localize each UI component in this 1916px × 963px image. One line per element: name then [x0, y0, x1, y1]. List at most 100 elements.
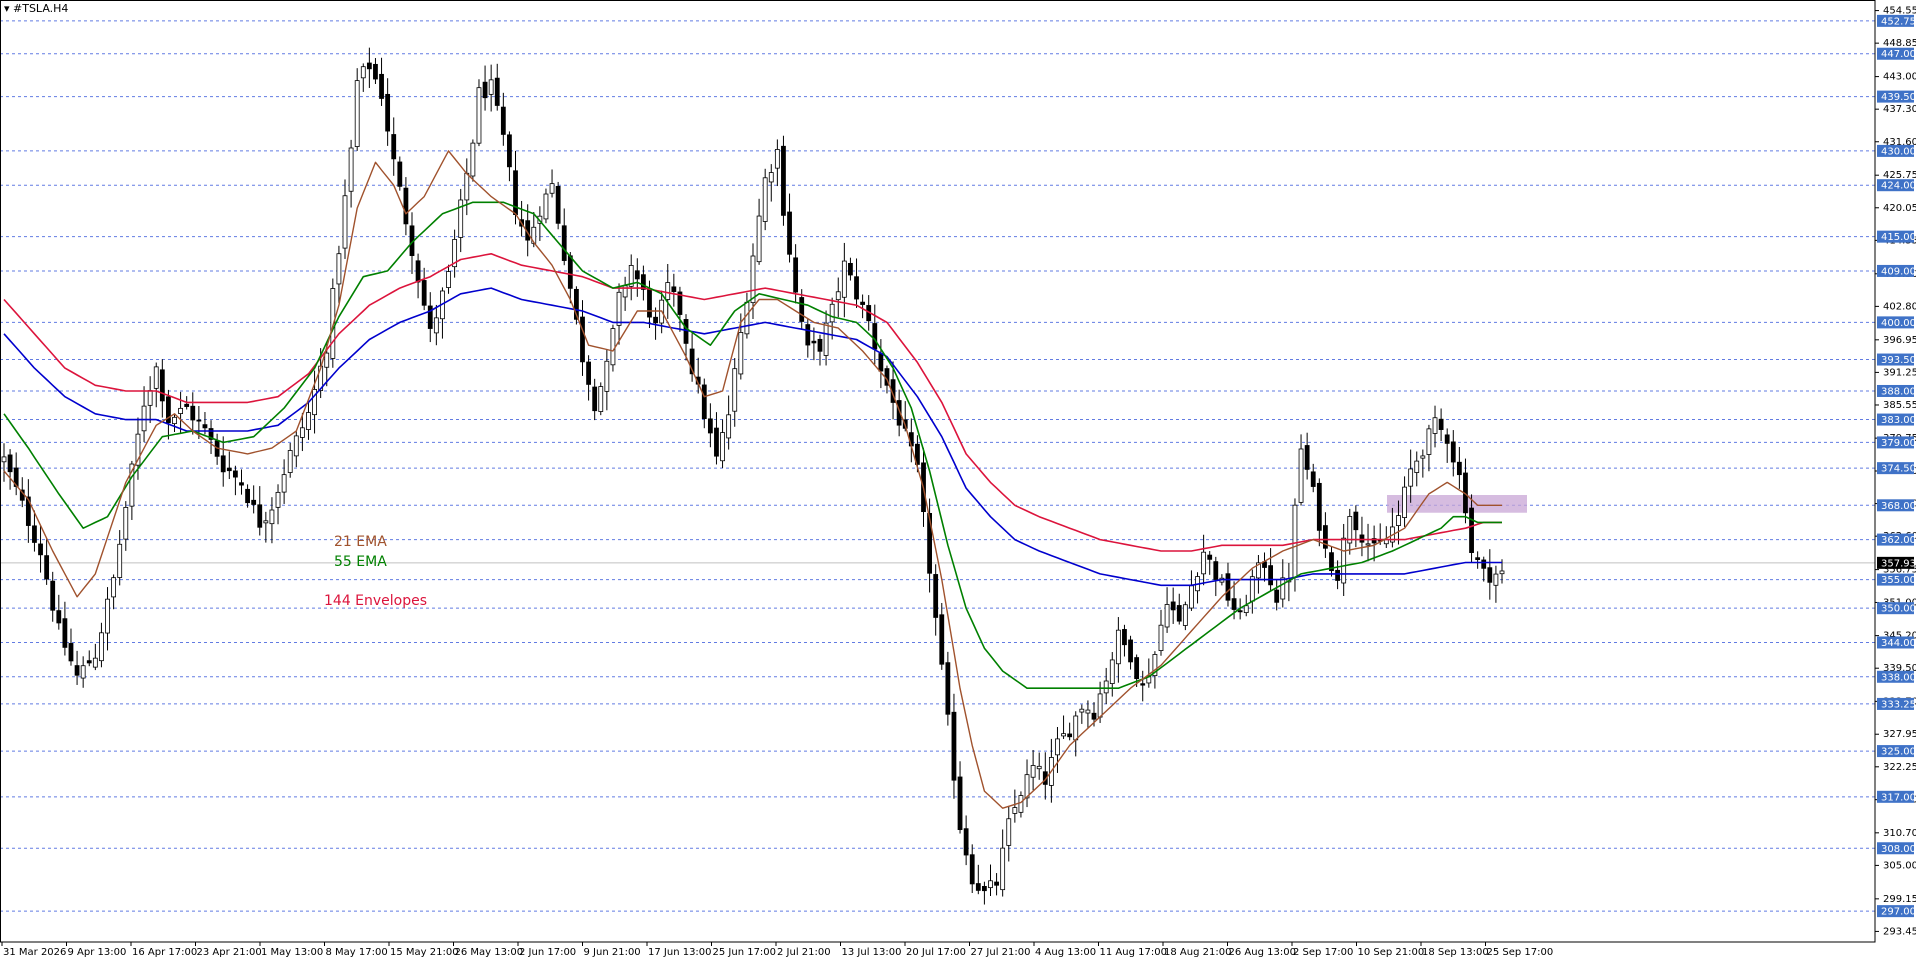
candle-body	[1115, 629, 1121, 665]
candle-body	[482, 81, 488, 99]
candle-body	[1, 456, 7, 463]
level-price-label: 308.00	[1881, 844, 1916, 855]
y-tick-label: 305.00	[1883, 860, 1916, 871]
candle-body	[1030, 765, 1036, 778]
candle-body	[1402, 486, 1407, 518]
level-price-label: 388.00	[1881, 386, 1916, 397]
candle-body	[787, 211, 792, 255]
candle-body	[1000, 847, 1006, 891]
legend-envelopes: 144 Envelopes	[324, 593, 428, 609]
candle-body	[774, 149, 780, 169]
candle-body	[811, 340, 817, 344]
candle-body	[872, 323, 878, 350]
candle-body	[99, 632, 104, 662]
candle-body	[981, 886, 987, 892]
level-price-label: 439.50	[1881, 92, 1916, 103]
candle-body	[750, 255, 756, 304]
x-tick-label: 27 Jul 21:00	[971, 947, 1031, 958]
chart-area[interactable]: 454.55 448.85 443.00 437.30 431.60 425.75 420.…	[0, 0, 1916, 963]
legend-ema21: 21 EMA	[334, 534, 387, 550]
candle-body	[1067, 733, 1073, 738]
candle-body	[1243, 605, 1249, 614]
candle-body	[1396, 515, 1401, 526]
candle-body	[1237, 610, 1243, 613]
x-tick-label: 9 Jun 21:00	[584, 947, 641, 958]
candle-body	[640, 274, 646, 290]
candle-body	[92, 657, 98, 668]
candle-body	[488, 79, 494, 95]
candle-body	[1109, 659, 1115, 684]
candle-body	[768, 172, 774, 183]
candle-body	[726, 414, 732, 439]
level-price-label: 424.00	[1881, 181, 1916, 192]
candle-body	[1359, 534, 1365, 543]
candle-body	[360, 66, 366, 79]
x-tick-label: 20 Jul 17:00	[906, 947, 966, 958]
x-tick-label: 16 Apr 17:00	[132, 947, 197, 958]
candle-body	[561, 225, 567, 261]
candle-body	[421, 280, 427, 306]
candle-body	[446, 271, 451, 288]
candle-body	[969, 854, 975, 885]
candle-body	[172, 416, 177, 425]
candle-body	[1061, 733, 1066, 737]
candles	[1, 47, 1505, 905]
candle-body	[500, 106, 506, 135]
envelope-lower-line	[3, 287, 1502, 587]
candle-body	[80, 665, 86, 679]
candle-body	[957, 776, 963, 830]
candle-body	[1450, 441, 1456, 463]
candle-body	[1231, 598, 1237, 610]
candle-body	[543, 193, 549, 220]
x-tick-label: 31 Mar 2026	[3, 947, 66, 958]
candle-body	[1134, 657, 1140, 680]
candle-body	[665, 282, 671, 300]
candle-body	[854, 276, 859, 300]
candle-body	[1310, 471, 1316, 487]
candle-body	[1079, 708, 1085, 713]
candle-body	[494, 77, 500, 106]
time-axis: 31 Mar 2026 9 Apr 13:00 16 Apr 17:00 23 Apr…	[1, 942, 1553, 958]
candle-body	[74, 665, 80, 676]
candle-body	[373, 63, 378, 80]
candle-body	[464, 172, 470, 201]
candle-body	[1012, 807, 1018, 814]
candle-body	[281, 474, 287, 493]
candle-body	[1493, 573, 1499, 586]
level-price-label: 362.00	[1881, 535, 1916, 546]
x-tick-label: 26 Aug 13:00	[1229, 947, 1296, 958]
x-tick-label: 4 Aug 13:00	[1035, 947, 1096, 958]
y-tick-label: 402.80	[1883, 301, 1916, 312]
candle-body	[56, 610, 62, 624]
candle-body	[604, 360, 610, 392]
candle-body	[1481, 559, 1487, 569]
candle-body	[1182, 604, 1188, 626]
level-price-label: 393.50	[1881, 355, 1916, 366]
candle-body	[1225, 573, 1231, 601]
x-tick-label: 13 Jul 13:00	[842, 947, 902, 958]
candle-body	[878, 353, 884, 372]
candle-body	[610, 328, 616, 366]
level-price-label: 338.00	[1881, 672, 1916, 683]
candle-body	[62, 618, 68, 648]
candle-body	[336, 253, 342, 285]
candle-body	[306, 412, 311, 430]
candle-body	[860, 301, 866, 305]
candle-body	[1408, 468, 1414, 487]
candle-body	[1438, 418, 1444, 430]
price-chart[interactable]: 454.55448.85443.00437.30431.60425.75420.…	[0, 0, 1916, 963]
candle-body	[226, 467, 232, 472]
candle-body	[933, 574, 939, 618]
candle-body	[781, 145, 786, 216]
candle-body	[178, 407, 183, 414]
candle-body	[555, 185, 561, 224]
candle-body	[1304, 445, 1310, 470]
candle-body	[1024, 774, 1030, 799]
x-tick-label: 2 Sep 17:00	[1293, 947, 1353, 958]
candle-body	[105, 598, 110, 634]
symbol-label[interactable]: ▾ #TSLA.H4	[4, 2, 68, 15]
y-tick-label: 299.15	[1883, 894, 1916, 905]
price-zone	[1387, 495, 1527, 513]
candle-body	[433, 317, 439, 334]
y-tick-label: 443.00	[1883, 72, 1916, 83]
